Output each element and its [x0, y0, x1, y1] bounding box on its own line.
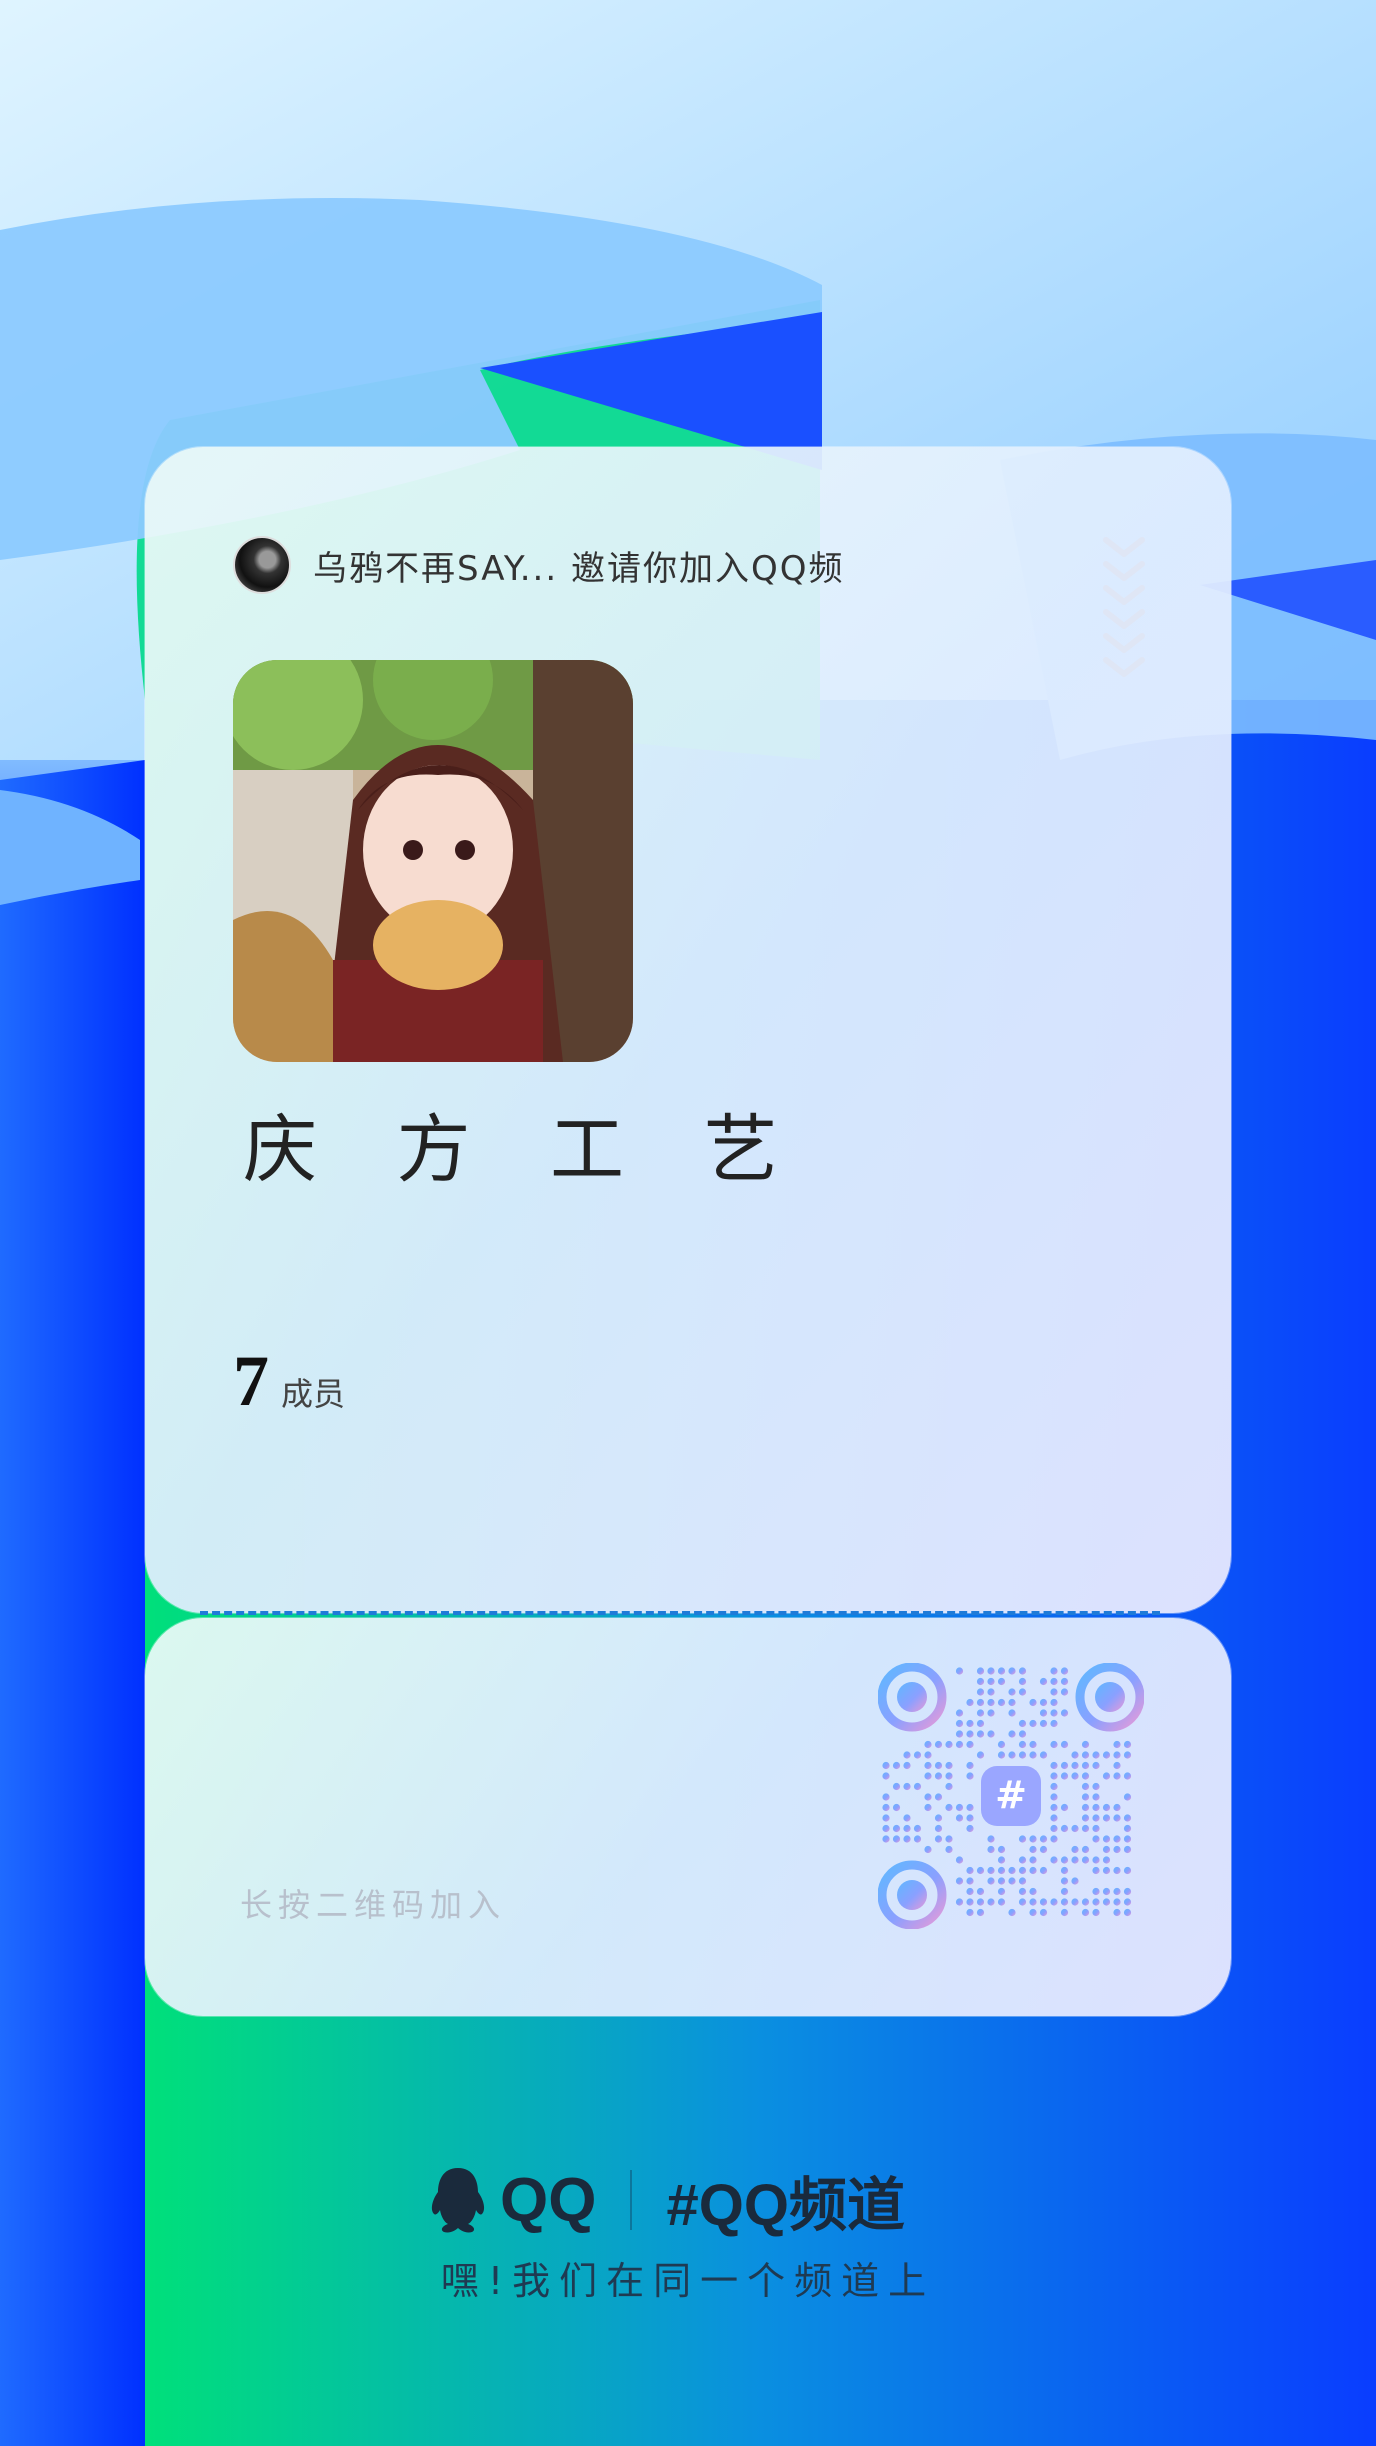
- qr-hint: 长按二维码加入: [240, 1886, 507, 1924]
- channel-avatar[interactable]: [233, 660, 633, 1062]
- brand-divider: [630, 2170, 633, 2230]
- channel-name: 庆 方 工 艺: [243, 1107, 806, 1193]
- member-count-number: 7: [233, 1341, 269, 1421]
- card-divider: [200, 1611, 1160, 1615]
- member-count: 7 成员: [233, 1340, 345, 1423]
- chevron-down-stack-icon: [1103, 537, 1145, 677]
- member-count-label: 成员: [281, 1375, 346, 1413]
- invite-text: 乌鸦不再SAY... 邀请你加入QQ频: [313, 548, 845, 589]
- inviter-avatar[interactable]: [233, 536, 291, 594]
- qq-label: QQ: [500, 2165, 597, 2235]
- qr-code[interactable]: #: [878, 1663, 1144, 1929]
- qq-penguin-icon: [431, 2168, 485, 2233]
- channel-brand: #QQ频道: [666, 2173, 905, 2238]
- inviter-row: 乌鸦不再SAY... 邀请你加入QQ频: [233, 535, 844, 595]
- hash-icon: #: [995, 1773, 1027, 1817]
- slogan: 嘿!我们在同一个频道上: [440, 2259, 936, 2303]
- footer-brand: QQ #QQ频道: [430, 2160, 905, 2240]
